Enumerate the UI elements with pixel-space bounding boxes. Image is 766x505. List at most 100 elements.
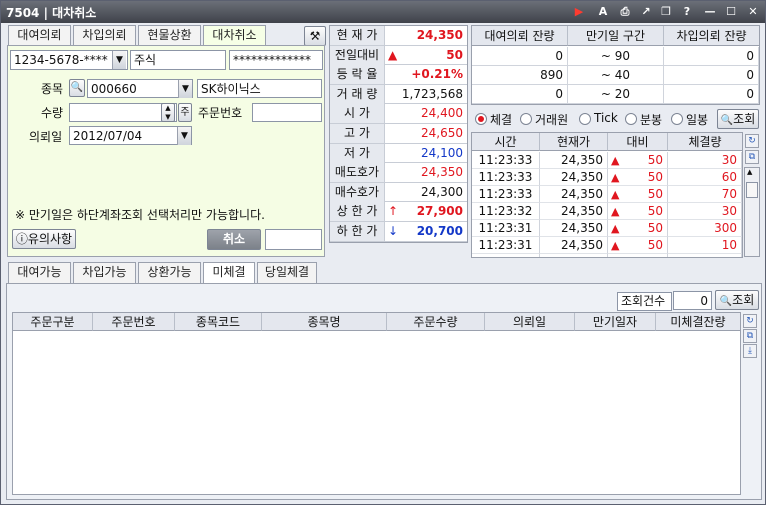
quote-value: 27,900 (416, 204, 463, 219)
request-date-picker[interactable]: 2012/07/04 (69, 126, 192, 145)
quote-label: 전일대비 (330, 45, 385, 65)
tab-lend-request[interactable]: 대여의뢰 (8, 25, 71, 46)
chevron-down-icon[interactable]: ▼ (178, 80, 192, 98)
order-no-input[interactable] (252, 103, 322, 122)
maturity-cell: 0 (664, 85, 759, 104)
search-icon[interactable]: 🔍 (69, 79, 85, 97)
account-select[interactable]: 1234-5678-**** (10, 50, 128, 70)
maturity-cell: ~ 90 (568, 47, 664, 66)
quote-label: 매수호가 (330, 182, 385, 202)
export-icon[interactable]: ⧉ (745, 150, 759, 164)
trades-header: 현재가 (540, 133, 608, 151)
qty-spinner[interactable]: ▲ ▼ (161, 103, 175, 122)
radio-2[interactable] (579, 113, 591, 125)
close-icon[interactable]: ✕ (745, 4, 761, 20)
radio-0[interactable] (475, 113, 487, 125)
scroll-thumb[interactable] (746, 182, 758, 198)
font-icon[interactable]: A (595, 4, 611, 20)
cancel-confirm-field[interactable] (265, 229, 322, 250)
export-icon[interactable]: ⧉ (743, 329, 757, 343)
trade-cell: 11:23:32 (472, 203, 540, 220)
trades-header: 대비 (608, 133, 668, 151)
trade-cell: 11:23:31 (472, 254, 540, 257)
bottom-tab-2[interactable]: 상환가능 (138, 262, 201, 283)
radio-label: 일봉 (686, 113, 709, 127)
bottom-tab-3[interactable]: 미체결 (203, 262, 255, 283)
bottom-tab-1[interactable]: 차입가능 (73, 262, 136, 283)
tab-loan-cancel[interactable]: 대차취소 (203, 25, 266, 46)
quote-row: 전일대비 ▲ 50 (330, 45, 467, 66)
quote-label: 매도호가 (330, 163, 385, 183)
maximize-icon[interactable]: ☐ (723, 4, 739, 20)
bottom-tab-0[interactable]: 대여가능 (8, 262, 71, 283)
order-panel: 1234-5678-**** ▼ 주식 ************* 종목 🔍 0… (7, 45, 325, 257)
quote-value: 24,300 (421, 184, 463, 199)
trade-cell: 11:23:33 (472, 152, 540, 169)
cancel-button[interactable]: 취소 (207, 229, 261, 250)
trade-cell: 24,350 (540, 220, 608, 237)
trade-cell: 250 (668, 254, 742, 257)
direction-marker-icon: ▲ (388, 47, 398, 62)
radio-1[interactable] (520, 113, 532, 125)
bottom-query-label: 조회 (732, 293, 755, 307)
refresh-icon[interactable]: ↻ (745, 134, 759, 148)
play-icon[interactable]: ▶ (571, 4, 587, 20)
radio-4[interactable] (671, 113, 683, 125)
up-arrow-icon: ▲ (611, 222, 620, 235)
trade-cell: 300 (668, 220, 742, 237)
duplicate-icon[interactable]: ❐ (658, 4, 674, 20)
radio-label: 체결 (490, 113, 513, 127)
trades-scrollbar[interactable]: ▲ (744, 167, 760, 257)
tab-spot-repay[interactable]: 현물상환 (138, 25, 201, 46)
quote-value: +0.21% (411, 67, 463, 82)
info-icon: ⓘ (15, 232, 28, 246)
unfilled-header: 주문구분 (13, 313, 93, 331)
caution-button[interactable]: ⓘ유의사항 (12, 229, 76, 249)
refresh-icon[interactable]: ↻ (743, 314, 757, 328)
trade-cell: 24,350 (540, 254, 608, 257)
quote-label: 고 가 (330, 124, 385, 143)
chevron-down-icon[interactable]: ▼ (177, 127, 191, 145)
bottom-tab-4[interactable]: 당일체결 (257, 262, 317, 283)
maturity-cell: 890 (472, 66, 568, 85)
scroll-bottom-icon[interactable]: ⤓ (743, 344, 757, 358)
password-field[interactable]: ************* (229, 50, 323, 70)
trade-cell: 11:23:33 (472, 186, 540, 203)
quote-row: 상 한 가 ↑ 27,900 (330, 202, 467, 222)
quote-value: 20,700 (416, 224, 463, 238)
trade-query-button[interactable]: 🔍조회 (717, 109, 759, 129)
maturity-table: 대여의뢰 잔량 만기일 구간 차입의뢰 잔량 0 ~ 90 0 890 ~ 40 0 0 ~ … (471, 25, 760, 105)
up-arrow-icon: ▲ (611, 205, 620, 218)
trade-cell: 30 (668, 152, 742, 169)
trade-cell: 24,350 (540, 186, 608, 203)
scroll-up-icon[interactable]: ▲ (747, 168, 752, 176)
minimize-icon[interactable]: — (702, 4, 718, 20)
settings-icon[interactable]: ⚒ (304, 26, 326, 46)
help-icon[interactable]: ? (679, 4, 695, 20)
quote-value: 50 (446, 47, 463, 62)
radio-3[interactable] (625, 113, 637, 125)
screen-title: 대차취소 (52, 6, 97, 20)
quote-label: 하 한 가 (330, 222, 385, 241)
tab-borrow-request[interactable]: 차입의뢰 (73, 25, 136, 46)
up-arrow-icon: ▲ (611, 188, 620, 201)
quote-row: 매수호가 24,300 (330, 182, 467, 203)
quote-value: 1,723,568 (401, 86, 463, 101)
maturity-cell: 0 (472, 85, 568, 104)
bottom-query-button[interactable]: 🔍조회 (715, 290, 759, 310)
quote-row: 고 가 24,650 (330, 124, 467, 144)
qty-main-button[interactable]: 주 (178, 103, 192, 122)
quote-value: 24,350 (421, 165, 463, 180)
link-icon[interactable]: ↗ (638, 4, 654, 20)
note-text: ※ 만기일은 하단계좌조회 선택처리만 가능합니다. (15, 208, 265, 222)
print-icon[interactable]: ⎙ (617, 4, 633, 20)
stock-label: 종목 (41, 82, 64, 96)
direction-marker-icon: ↑ (388, 204, 399, 219)
chevron-down-icon[interactable]: ▼ (112, 51, 126, 69)
unfilled-header: 의뢰일 (485, 313, 575, 331)
trades-header: 체결량 (668, 133, 742, 151)
quote-label: 상 한 가 (330, 202, 385, 222)
trade-cell: 24,350 (540, 203, 608, 220)
request-date-label: 의뢰일 (29, 130, 63, 144)
count-label: 조회건수 (617, 292, 672, 311)
